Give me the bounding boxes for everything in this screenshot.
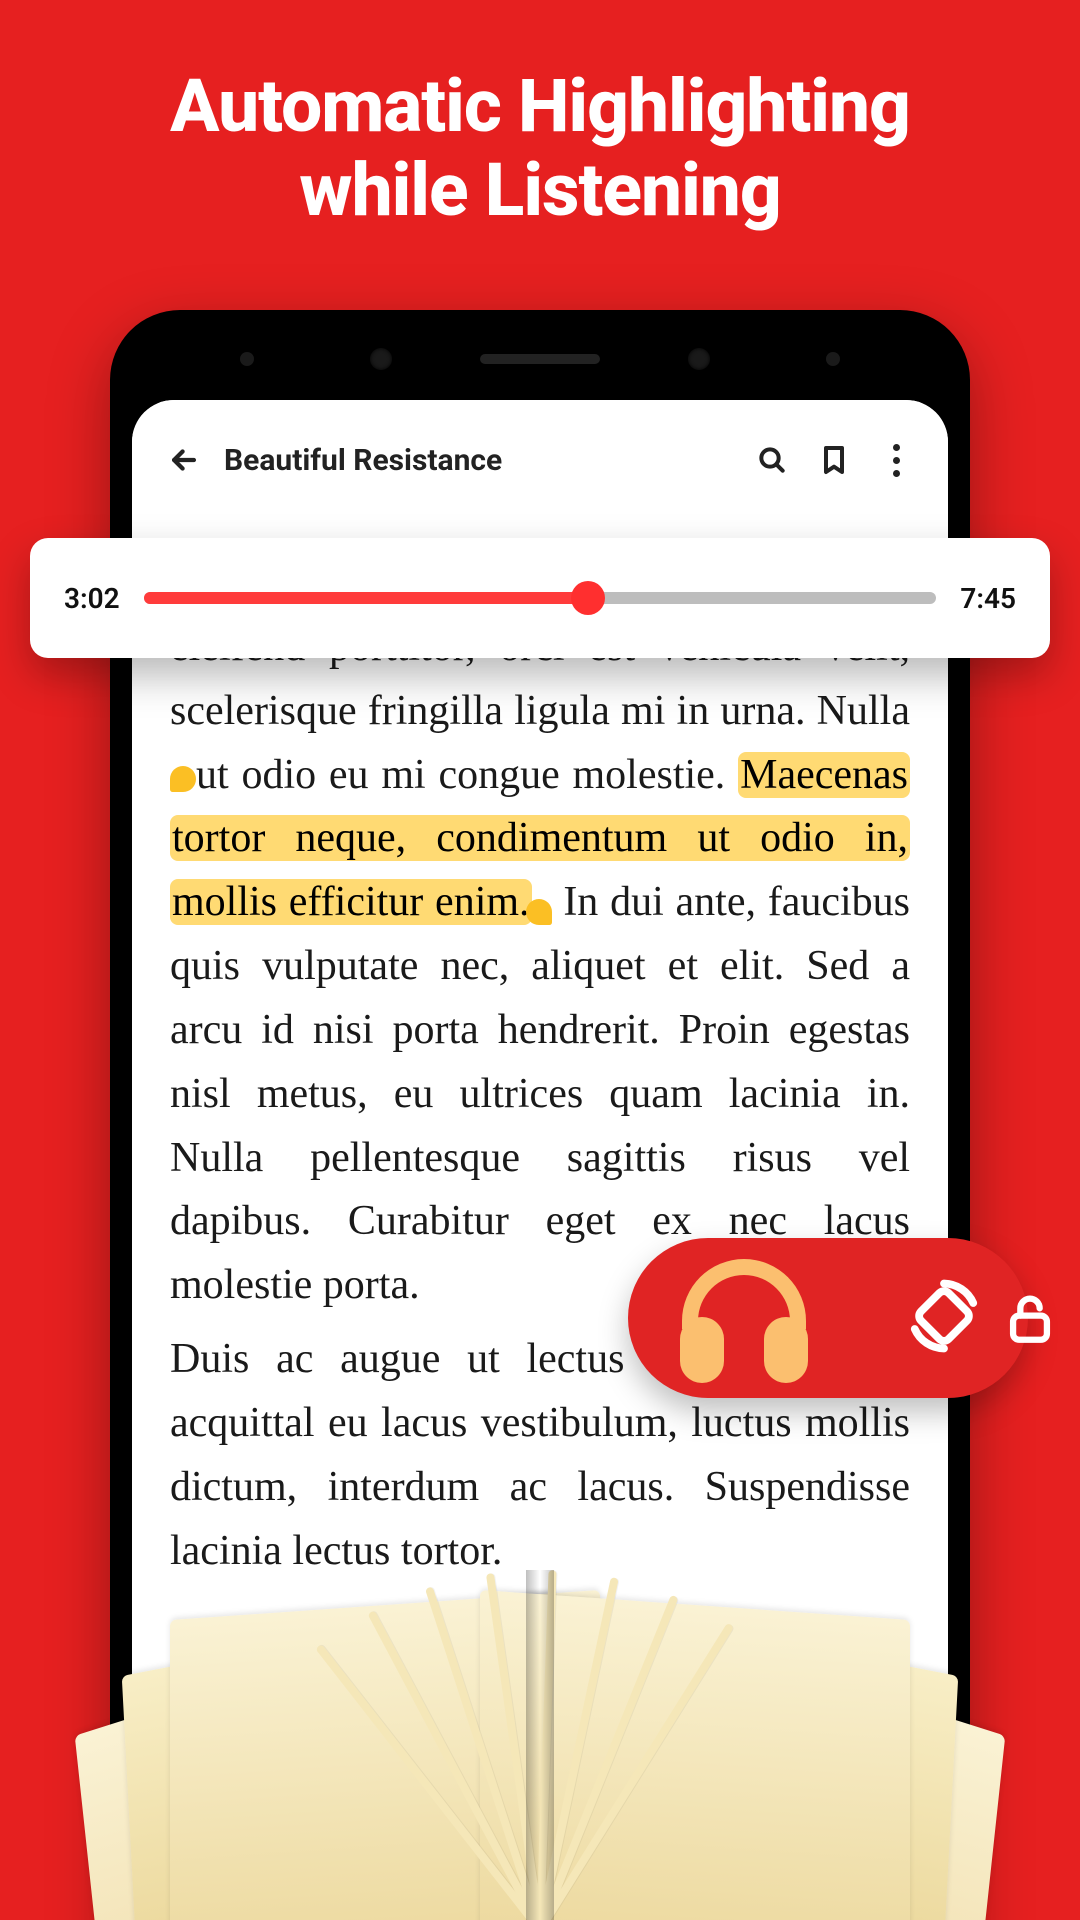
- audio-progress-card: 3:02 7:45: [30, 538, 1050, 658]
- headline-line2: while Listening: [299, 147, 780, 233]
- rotate-icon: [905, 1277, 983, 1355]
- rotate-button[interactable]: [905, 1277, 983, 1359]
- listen-button[interactable]: [674, 1253, 814, 1383]
- text-lead: ut odio eu mi congue molestie.: [196, 752, 738, 798]
- reader-content[interactable]: eleifend porttitor, orci est vehicula ve…: [132, 506, 948, 1583]
- highlight-end-handle[interactable]: [526, 899, 552, 925]
- lock-icon: [1001, 1289, 1059, 1347]
- lock-button[interactable]: [980, 1268, 1080, 1368]
- more-vert-icon: [893, 444, 900, 451]
- elapsed-time: 3:02: [64, 582, 120, 615]
- bookmark-icon: [818, 444, 850, 476]
- back-arrow-icon: [167, 443, 201, 477]
- more-button[interactable]: [874, 438, 918, 482]
- promo-headline: Automatic Highlighting while Listening: [0, 0, 1080, 253]
- book-title: Beautiful Resistance: [224, 443, 732, 478]
- listen-fab-pill: [628, 1238, 1028, 1398]
- progress-thumb[interactable]: [571, 581, 605, 615]
- total-time: 7:45: [960, 582, 1016, 615]
- search-icon: [756, 444, 788, 476]
- bookmark-button[interactable]: [812, 438, 856, 482]
- back-button[interactable]: [162, 438, 206, 482]
- progress-track[interactable]: [144, 592, 937, 604]
- app-bar: Beautiful Resistance: [132, 400, 948, 506]
- search-button[interactable]: [750, 438, 794, 482]
- headline-line1: Automatic Highlighting: [170, 63, 910, 149]
- progress-fill: [144, 592, 588, 604]
- highlight-start-handle[interactable]: [170, 766, 196, 792]
